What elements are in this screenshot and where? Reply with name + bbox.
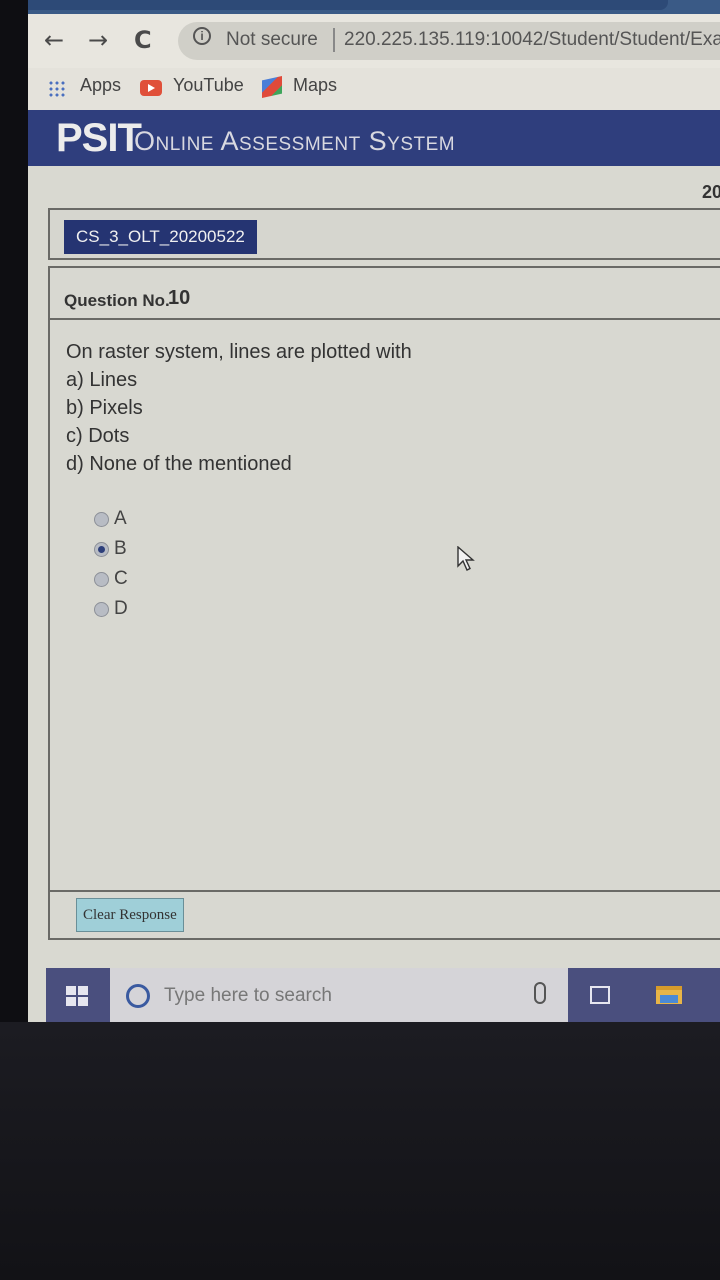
date-fragment: 20 bbox=[702, 182, 720, 202]
youtube-icon[interactable] bbox=[140, 80, 162, 96]
search-circle-icon[interactable] bbox=[126, 984, 150, 1008]
radio-b[interactable] bbox=[94, 542, 109, 557]
browser-tab-strip bbox=[28, 0, 720, 14]
file-explorer-icon[interactable] bbox=[656, 986, 682, 1004]
choice-label-c[interactable]: C bbox=[114, 568, 128, 590]
maps-icon[interactable] bbox=[262, 76, 282, 98]
option-text-c: c) Dots bbox=[66, 425, 130, 447]
clear-response-button[interactable]: Clear Response bbox=[76, 898, 184, 932]
taskbar-search[interactable]: Type here to search bbox=[164, 985, 332, 1007]
question-text: On raster system, lines are plotted with bbox=[66, 341, 412, 363]
forward-arrow-icon[interactable]: → bbox=[88, 26, 108, 54]
question-header: Question No. 10 bbox=[50, 268, 720, 320]
taskbar-pinned bbox=[568, 968, 720, 1022]
address-separator bbox=[333, 28, 335, 52]
url-text[interactable]: 220.225.135.119:10042/Student/Student/Ex… bbox=[344, 29, 720, 51]
option-text-d: d) None of the mentioned bbox=[66, 453, 292, 475]
choice-label-a[interactable]: A bbox=[114, 508, 127, 530]
apps-grid-icon[interactable] bbox=[48, 80, 66, 98]
choice-c[interactable]: C bbox=[94, 566, 214, 596]
bookmark-maps[interactable]: Maps bbox=[293, 75, 337, 96]
info-icon[interactable]: i bbox=[193, 27, 211, 45]
exam-code-bar: CS_3_OLT_20200522 bbox=[48, 208, 720, 260]
microphone-icon[interactable] bbox=[534, 982, 546, 1004]
site-logo: PSIT bbox=[56, 116, 142, 160]
question-footer: Clear Response bbox=[50, 890, 720, 942]
back-arrow-icon[interactable]: ← bbox=[44, 26, 64, 54]
bookmark-youtube[interactable]: YouTube bbox=[173, 75, 244, 96]
option-text-a: a) Lines bbox=[66, 369, 138, 391]
radio-a[interactable] bbox=[94, 512, 109, 527]
question-panel: Question No. 10 On raster system, lines … bbox=[48, 266, 720, 940]
windows-logo-icon bbox=[66, 986, 88, 1006]
question-number-label: Question No. bbox=[64, 291, 170, 310]
start-button[interactable] bbox=[46, 968, 110, 1022]
screen: ← → C i Not secure 220.225.135.119:10042… bbox=[28, 0, 720, 1022]
option-text-b: b) Pixels bbox=[66, 397, 143, 419]
choice-d[interactable]: D bbox=[94, 596, 214, 626]
bookmark-apps[interactable]: Apps bbox=[80, 75, 121, 96]
radio-d[interactable] bbox=[94, 602, 109, 617]
bookmarks-bar: Apps YouTube Maps bbox=[28, 68, 720, 110]
choice-a[interactable]: A bbox=[94, 506, 214, 536]
choice-label-b[interactable]: B bbox=[114, 538, 127, 560]
taskbar: Type here to search bbox=[46, 968, 720, 1022]
task-view-icon[interactable] bbox=[590, 986, 610, 1004]
question-body: On raster system, lines are plotted with… bbox=[66, 338, 412, 478]
choice-b[interactable]: B bbox=[94, 536, 214, 566]
question-number: 10 bbox=[168, 287, 191, 309]
browser-tab[interactable] bbox=[28, 0, 668, 10]
exam-code: CS_3_OLT_20200522 bbox=[64, 220, 257, 254]
site-title: Online Assessment System bbox=[134, 126, 456, 156]
site-header: PSIT Online Assessment System bbox=[28, 110, 720, 166]
screen-bezel-bottom bbox=[0, 1022, 720, 1280]
choice-label-d[interactable]: D bbox=[114, 598, 128, 620]
reload-icon[interactable]: C bbox=[134, 26, 152, 54]
answer-choices: A B C D bbox=[94, 506, 214, 626]
mouse-cursor-icon bbox=[457, 546, 475, 571]
radio-c[interactable] bbox=[94, 572, 109, 587]
security-status[interactable]: Not secure bbox=[226, 29, 318, 51]
